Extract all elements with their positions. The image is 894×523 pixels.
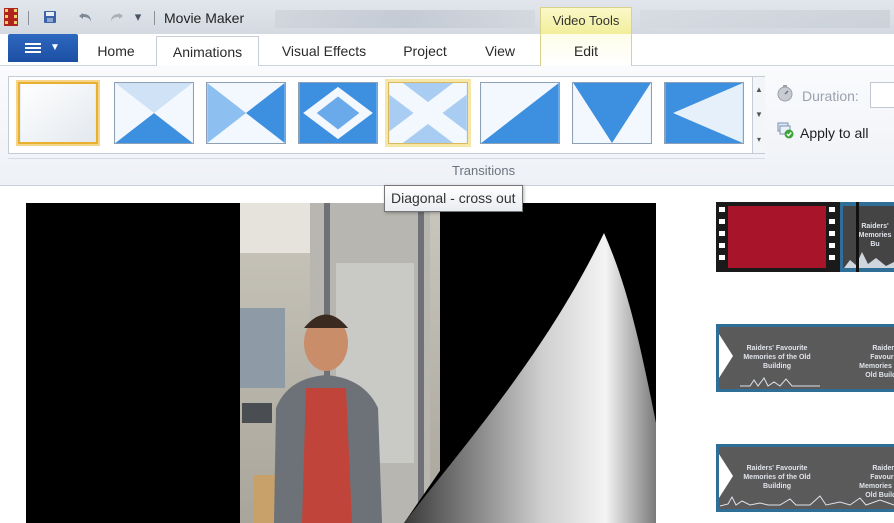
storyboard-clip-2[interactable]: Raiders' Favourite Memories of the Old B… (716, 324, 894, 392)
transition-none[interactable] (18, 82, 98, 144)
transition-diagonal-cross-out[interactable] (388, 82, 468, 144)
transition-v-wipe[interactable] (572, 82, 652, 144)
diamond-icon (299, 83, 377, 143)
ribbon-group-divider (8, 158, 765, 159)
sweep-left-icon (665, 83, 743, 143)
clip-title-text: Raiders' Memories Bu (858, 223, 892, 248)
menu-icon (25, 43, 41, 53)
diagonal-box-out-icon (481, 83, 559, 143)
tab-view[interactable]: View (470, 34, 530, 66)
transition-sweep-left[interactable] (664, 82, 744, 144)
duration-label: Duration: (802, 88, 859, 104)
undo-icon[interactable] (78, 9, 94, 25)
title-clip-text: Raiders' Favourite Memories of the Old B… (859, 345, 894, 379)
no-transition-icon (20, 84, 96, 142)
gallery-scroll-up-button[interactable]: ▲ (753, 77, 765, 102)
title-clip-text: Raiders' Favourite Memories of the Old B… (743, 345, 811, 370)
tab-visual-effects[interactable]: Visual Effects (268, 34, 380, 66)
bow-tie-horizontal-icon (115, 83, 193, 143)
gallery-scroll: ▲ ▼ ▾ (752, 77, 765, 153)
redo-icon[interactable] (108, 9, 124, 25)
customize-dropdown-icon[interactable]: ▾ (130, 9, 146, 25)
tab-project[interactable]: Project (390, 34, 460, 66)
contextual-tab-header: Video Tools (540, 7, 632, 34)
v-wipe-icon (573, 83, 651, 143)
window-title-blur (275, 10, 535, 28)
gallery-more-button[interactable]: ▾ (753, 127, 765, 152)
chevron-down-icon: ▼ (50, 42, 60, 53)
audio-waveform (740, 377, 820, 387)
transition-bow-tie-horizontal[interactable] (114, 82, 194, 144)
duration-input[interactable] (870, 82, 894, 108)
title-clip-text: Raiders' Favourite Memories of the Old B… (743, 465, 811, 490)
transition-diagonal-box-out[interactable] (480, 82, 560, 144)
transition-diamond[interactable] (298, 82, 378, 144)
title-bar: ▾ Movie Maker (0, 0, 894, 34)
file-menu-button[interactable]: ▼ (8, 34, 78, 62)
transitions-group-label: Transitions (452, 163, 516, 178)
preview-frame (26, 203, 656, 523)
gallery-scroll-down-button[interactable]: ▼ (753, 102, 765, 127)
apply-to-all-icon (777, 122, 794, 139)
window-title: Movie Maker (164, 10, 245, 26)
storyboard-clip-3[interactable]: Raiders' Favourite Memories of the Old B… (716, 444, 894, 512)
save-icon[interactable] (42, 9, 58, 25)
bow-tie-vertical-icon (207, 83, 285, 143)
tab-animations[interactable]: Animations (156, 36, 259, 67)
transition-tooltip: Diagonal - cross out (384, 185, 523, 212)
transition-bow-tie-vertical[interactable] (206, 82, 286, 144)
diagonal-cross-out-icon (389, 83, 467, 143)
film-app-icon[interactable] (4, 8, 18, 26)
title-separator (28, 11, 29, 25)
transition-marker-icon (719, 334, 733, 378)
audio-waveform (720, 495, 894, 507)
contextual-tab-label: Video Tools (552, 13, 620, 28)
title-separator (154, 11, 155, 25)
tab-home[interactable]: Home (84, 34, 148, 66)
apply-to-all-button[interactable]: Apply to all (800, 125, 868, 141)
video-preview[interactable] (26, 203, 656, 523)
tab-edit[interactable]: Edit (545, 34, 627, 66)
stopwatch-icon (777, 85, 793, 102)
window-title-blur (640, 10, 890, 28)
